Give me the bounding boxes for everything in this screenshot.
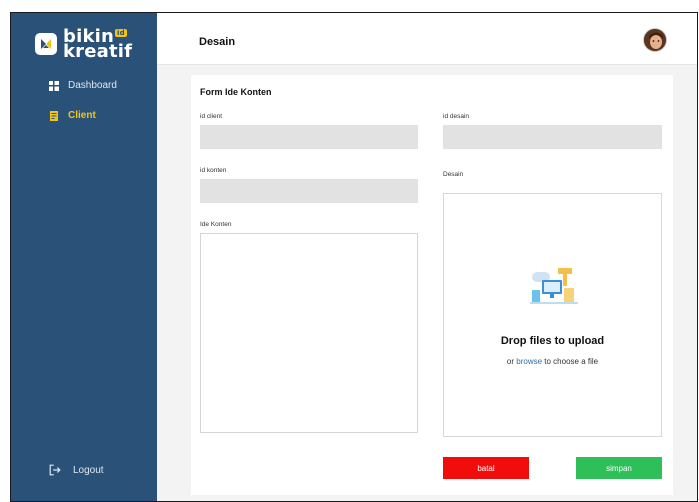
form-title: Form Ide Konten — [200, 87, 272, 97]
id-desain-label: id desain — [443, 113, 470, 120]
id-konten-label: id konten — [200, 167, 227, 174]
id-desain-input[interactable] — [443, 125, 662, 149]
grid-icon — [49, 80, 59, 91]
dropzone-sub-suffix: to choose a file — [544, 357, 599, 366]
logout-button[interactable]: Logout — [49, 464, 104, 476]
ide-konten-label: Ide Konten — [200, 221, 232, 228]
document-icon — [50, 110, 58, 121]
sidebar-item-client[interactable]: Client — [49, 110, 96, 121]
avatar-face-icon — [644, 29, 666, 51]
upload-illustration-icon — [530, 268, 578, 304]
id-konten-input[interactable] — [200, 179, 418, 203]
logo-mark-icon — [35, 33, 57, 55]
sidebar-item-label: Dashboard — [68, 80, 117, 91]
save-button[interactable]: simpan — [576, 457, 662, 479]
id-client-label: id client — [200, 113, 223, 120]
sidebar-item-label: Client — [68, 110, 96, 121]
dropzone-title: Drop files to upload — [500, 335, 605, 347]
form-card: Form Ide Konten id client id konten Ide … — [191, 75, 673, 495]
desain-label: Desain — [443, 171, 464, 178]
dropzone-sub-prefix: or — [506, 357, 515, 366]
logout-icon — [49, 464, 61, 476]
page-title: Desain — [199, 36, 236, 48]
logout-label: Logout — [73, 464, 104, 476]
user-avatar[interactable] — [643, 28, 667, 52]
id-client-input[interactable] — [200, 125, 418, 149]
ide-konten-textarea[interactable] — [200, 233, 418, 433]
top-bar: Desain — [157, 13, 697, 65]
sidebar-item-dashboard[interactable]: Dashboard — [49, 80, 117, 91]
file-dropzone[interactable]: Drop files to upload or browse to choose… — [443, 193, 662, 437]
app-window: bikin id kreatif Dashboard Client Logout… — [10, 12, 698, 502]
logo-tag: id — [115, 29, 127, 37]
sidebar: bikin id kreatif Dashboard Client Logout — [11, 13, 157, 501]
logo-wordmark: bikin id kreatif — [63, 28, 133, 62]
dropzone-subtitle: or browse to choose a file — [444, 357, 661, 366]
brand-logo[interactable]: bikin id kreatif — [35, 28, 133, 62]
browse-link[interactable]: browse — [516, 357, 542, 366]
cancel-button[interactable]: batal — [443, 457, 529, 479]
logo-line2: kreatif — [63, 41, 133, 62]
